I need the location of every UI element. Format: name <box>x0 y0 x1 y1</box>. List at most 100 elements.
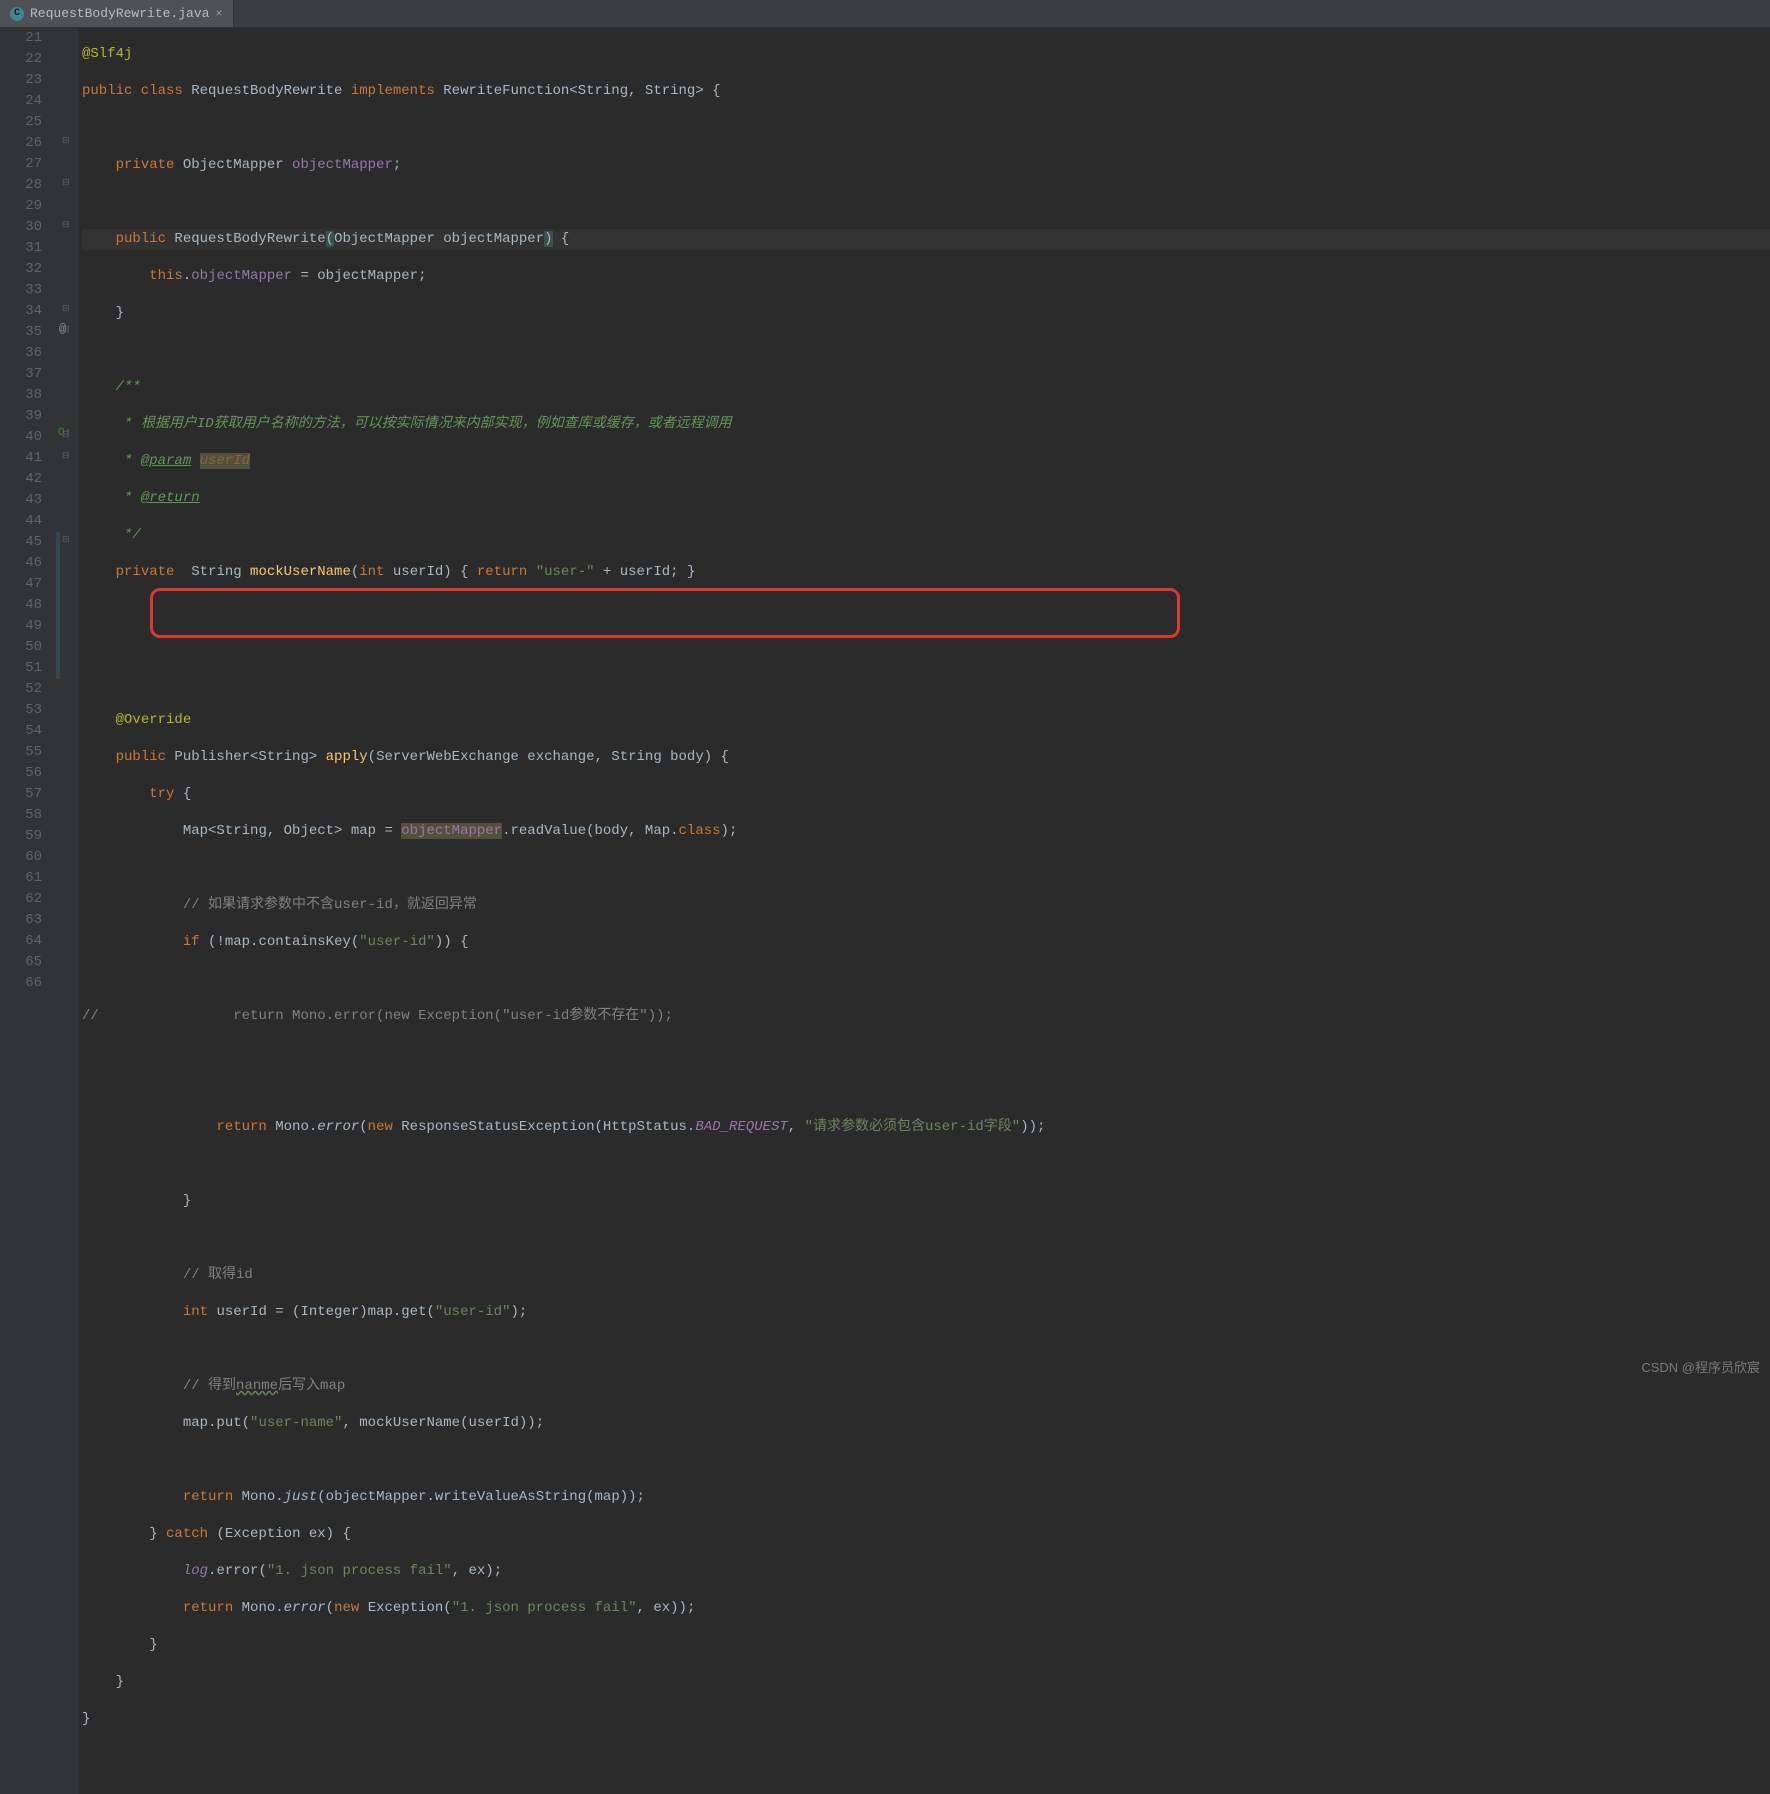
punct: )); <box>1020 1119 1045 1135</box>
string: "请求参数必须包含user-id字段" <box>805 1119 1021 1135</box>
comment-typo: nanme <box>236 1378 278 1394</box>
type: ObjectMapper <box>183 157 292 173</box>
constructor-name: RequestBodyRewrite <box>174 231 325 247</box>
line-number: 60 <box>0 847 42 868</box>
call: , ex)); <box>637 1600 696 1616</box>
line-number: 42 <box>0 469 42 490</box>
line-number: 57 <box>0 784 42 805</box>
comment: // 取得id <box>183 1267 253 1283</box>
tab-bar: C RequestBodyRewrite.java × <box>0 0 1770 28</box>
static-method: error <box>317 1119 359 1135</box>
keyword: return <box>477 564 536 580</box>
type: Exception( <box>368 1600 452 1616</box>
static-method: error <box>284 1600 326 1616</box>
string: "user-name" <box>250 1415 342 1431</box>
keyword: return <box>183 1600 242 1616</box>
fold-icon[interactable]: ⊟ <box>62 451 70 461</box>
line-number: 34 <box>0 301 42 322</box>
field: objectMapper <box>292 157 393 173</box>
method-name: apply <box>326 749 368 765</box>
line-number: 62 <box>0 889 42 910</box>
punct: . <box>183 268 191 284</box>
comment: return Mono.error(new Exception("user-id… <box>99 1008 673 1024</box>
line-number: 53 <box>0 700 42 721</box>
javadoc-tag: @return <box>141 490 200 506</box>
keyword: public class <box>82 83 191 99</box>
fold-icon[interactable]: ⊟ <box>62 178 70 188</box>
javadoc-param: userId <box>200 453 250 469</box>
javadoc: * <box>116 490 141 506</box>
line-number: 50 <box>0 637 42 658</box>
keyword: catch <box>166 1526 216 1542</box>
fold-icon[interactable]: ⊞ <box>62 325 70 335</box>
code-area[interactable]: @Slf4j public class RequestBodyRewrite i… <box>78 28 1770 1794</box>
punct: ); <box>721 823 738 839</box>
string: "user-id" <box>359 934 435 950</box>
fold-icon[interactable]: ⊟ <box>62 136 70 146</box>
comment: // 如果请求参数中不含user-id，就返回异常 <box>183 897 477 913</box>
type: String <box>191 564 250 580</box>
line-number: 21 <box>0 28 42 49</box>
keyword: return <box>183 1489 242 1505</box>
call: , mockUserName(userId)); <box>342 1415 544 1431</box>
type: Publisher<String> <box>174 749 325 765</box>
field: log <box>183 1563 208 1579</box>
line-number: 52 <box>0 679 42 700</box>
line-number: 59 <box>0 826 42 847</box>
line-number: 31 <box>0 238 42 259</box>
call: (objectMapper.writeValueAsString(map)); <box>317 1489 645 1505</box>
javadoc: /** <box>116 379 141 395</box>
keyword: class <box>679 823 721 839</box>
string: "1. json process fail" <box>452 1600 637 1616</box>
line-number: 58 <box>0 805 42 826</box>
keyword: public <box>116 231 175 247</box>
line-number: 56 <box>0 763 42 784</box>
annotation: @Slf4j <box>82 46 132 62</box>
decl: userId = (Integer)map.get( <box>216 1304 434 1320</box>
field: objectMapper <box>401 823 502 839</box>
comment: // 得到 <box>183 1378 236 1394</box>
keyword: public <box>116 749 175 765</box>
fold-icon[interactable]: ⊟ <box>62 430 70 440</box>
javadoc: */ <box>116 527 141 543</box>
line-number: 66 <box>0 973 42 994</box>
class-name: RequestBodyRewrite <box>191 83 351 99</box>
call: .error( <box>208 1563 267 1579</box>
code-editor[interactable]: 2122232425262728293031323334353637383940… <box>0 28 1770 1794</box>
javadoc <box>191 453 199 469</box>
punct: ; <box>393 157 401 173</box>
paren: ( <box>359 1119 367 1135</box>
string: "user-id" <box>435 1304 511 1320</box>
brace: )) { <box>435 934 469 950</box>
paren: ( <box>326 231 334 247</box>
line-number: 45 <box>0 532 42 553</box>
fold-icon[interactable]: ⊟ <box>62 535 70 545</box>
param: userId) { <box>393 564 477 580</box>
call: map.put( <box>183 1415 250 1431</box>
brace: { <box>183 786 191 802</box>
line-number: 38 <box>0 385 42 406</box>
line-number-gutter: 2122232425262728293031323334353637383940… <box>0 28 56 1794</box>
string: "1. json process fail" <box>267 1563 452 1579</box>
marker-column: @ O↑ ⊟ ⊟ ⊟ ⊟ ⊞ ⊟ ⊟ ⊟ <box>56 28 78 1794</box>
comment: // <box>82 1008 99 1024</box>
fold-icon[interactable]: ⊟ <box>62 304 70 314</box>
close-icon[interactable]: × <box>215 7 222 21</box>
method-name: mockUserName <box>250 564 351 580</box>
line-number: 32 <box>0 259 42 280</box>
line-number: 64 <box>0 931 42 952</box>
punct: , <box>788 1119 805 1135</box>
watermark: CSDN @程序员欣宸 <box>1641 1357 1760 1376</box>
brace: { <box>553 231 570 247</box>
keyword: implements <box>351 83 443 99</box>
keyword: new <box>368 1119 402 1135</box>
line-number: 49 <box>0 616 42 637</box>
params: (ServerWebExchange exchange, String body… <box>368 749 729 765</box>
line-number: 25 <box>0 112 42 133</box>
line-number: 61 <box>0 868 42 889</box>
fold-icon[interactable]: ⊟ <box>62 220 70 230</box>
keyword: int <box>359 564 393 580</box>
change-marker <box>56 532 60 679</box>
line-number: 22 <box>0 49 42 70</box>
file-tab[interactable]: C RequestBodyRewrite.java × <box>0 0 234 27</box>
